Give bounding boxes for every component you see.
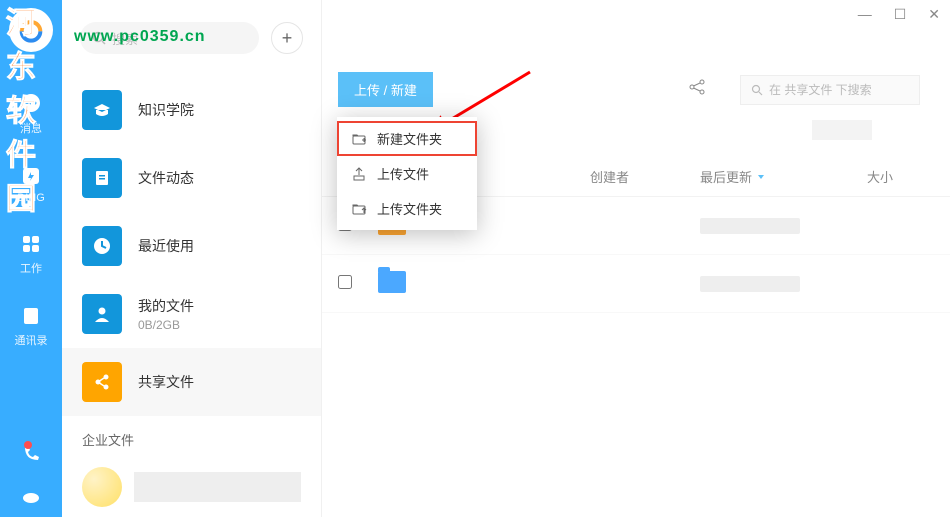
file-row[interactable] — [322, 255, 950, 313]
sb-title: 最近使用 — [138, 236, 194, 256]
row-updated-blur — [700, 276, 800, 292]
sb-title: 知识学院 — [138, 100, 194, 120]
enterprise-name-blur — [134, 472, 301, 502]
rail-label: 消息 — [20, 120, 42, 136]
ding-icon — [20, 165, 42, 187]
dd-upload-folder[interactable]: 上传文件夹 — [337, 191, 477, 226]
contacts-icon — [20, 305, 42, 327]
col-creator[interactable]: 创建者 — [590, 167, 700, 186]
share-icon — [82, 362, 122, 402]
sort-down-icon — [756, 172, 766, 182]
search-icon — [751, 84, 763, 96]
person-icon — [82, 294, 122, 334]
search-icon — [92, 31, 106, 45]
col-updated[interactable]: 最后更新 — [700, 167, 840, 186]
upload-dropdown: 新建文件夹 上传文件 上传文件夹 — [337, 117, 477, 230]
rail-label: 通讯录 — [15, 332, 48, 348]
sidebar-item-myfiles[interactable]: 我的文件 0B/2GB — [62, 280, 321, 348]
storage-quota: 0B/2GB — [138, 318, 194, 332]
rail-label: 工作 — [20, 260, 42, 276]
rail-contacts[interactable]: 通讯录 — [15, 304, 48, 348]
enterprise-avatar — [82, 467, 122, 507]
sidebar-item-activity[interactable]: 文件动态 — [62, 144, 321, 212]
window-controls: — ☐ ✕ — [858, 6, 940, 23]
nav-rail: 消息 DING 工作 通讯录 — [0, 0, 62, 517]
sb-title: 文件动态 — [138, 168, 194, 188]
graduation-icon — [82, 90, 122, 130]
file-icon — [82, 158, 122, 198]
rail-label: DING — [17, 192, 45, 204]
upload-file-icon — [351, 166, 367, 182]
rail-work[interactable]: 工作 — [19, 232, 43, 276]
avatar[interactable] — [9, 8, 53, 52]
row-checkbox[interactable] — [338, 275, 352, 289]
rail-ding[interactable]: DING — [17, 164, 45, 204]
main-panel: — ☐ ✕ 上传 / 新建 在 共享文件 下搜索 创建者 最后更新 大小 — [322, 0, 950, 517]
new-folder-icon — [351, 131, 367, 147]
dd-label: 上传文件 — [377, 164, 429, 183]
file-search-input[interactable]: 在 共享文件 下搜索 — [740, 75, 920, 105]
file-search-placeholder: 在 共享文件 下搜索 — [769, 81, 872, 98]
enterprise-file-item[interactable] — [62, 459, 321, 515]
message-icon — [19, 92, 43, 116]
folder-icon — [378, 271, 406, 293]
sidebar-item-knowledge[interactable]: 知识学院 — [62, 76, 321, 144]
sidebar-item-recent[interactable]: 最近使用 — [62, 212, 321, 280]
maximize-button[interactable]: ☐ — [894, 6, 907, 23]
enterprise-files-section: 企业文件 — [62, 416, 321, 459]
sidebar: 搜索 + 知识学院 文件动态 最近使用 我的文件 0B/2GB 共享文件 — [62, 0, 322, 517]
dd-new-folder[interactable]: 新建文件夹 — [337, 121, 477, 156]
dd-label: 上传文件夹 — [377, 199, 442, 218]
minimize-button[interactable]: — — [858, 6, 872, 23]
avatar-icon — [15, 14, 47, 46]
sidebar-item-shared[interactable]: 共享文件 — [62, 348, 321, 416]
clock-icon — [82, 226, 122, 266]
dd-label: 新建文件夹 — [377, 129, 442, 148]
apps-icon — [20, 233, 42, 255]
share-graph-icon[interactable] — [688, 78, 706, 101]
rail-messages[interactable]: 消息 — [19, 92, 43, 136]
rail-more[interactable] — [20, 485, 42, 507]
add-button[interactable]: + — [271, 22, 303, 54]
sb-title: 共享文件 — [138, 372, 194, 392]
dd-upload-file[interactable]: 上传文件 — [337, 156, 477, 191]
upload-folder-icon — [351, 201, 367, 217]
close-button[interactable]: ✕ — [928, 6, 940, 23]
plus-icon: + — [282, 28, 293, 49]
phone-badge — [24, 441, 32, 449]
row-updated-blur — [700, 218, 800, 234]
toolbar: 上传 / 新建 在 共享文件 下搜索 — [322, 0, 950, 121]
search-placeholder: 搜索 — [112, 29, 138, 48]
upload-new-button[interactable]: 上传 / 新建 — [338, 72, 433, 107]
breadcrumb-blur — [812, 120, 872, 140]
cloud-icon — [20, 485, 42, 507]
rail-phone[interactable] — [20, 443, 42, 465]
search-input[interactable]: 搜索 — [80, 22, 259, 54]
col-size[interactable]: 大小 — [840, 167, 920, 186]
sb-title: 我的文件 — [138, 296, 194, 316]
